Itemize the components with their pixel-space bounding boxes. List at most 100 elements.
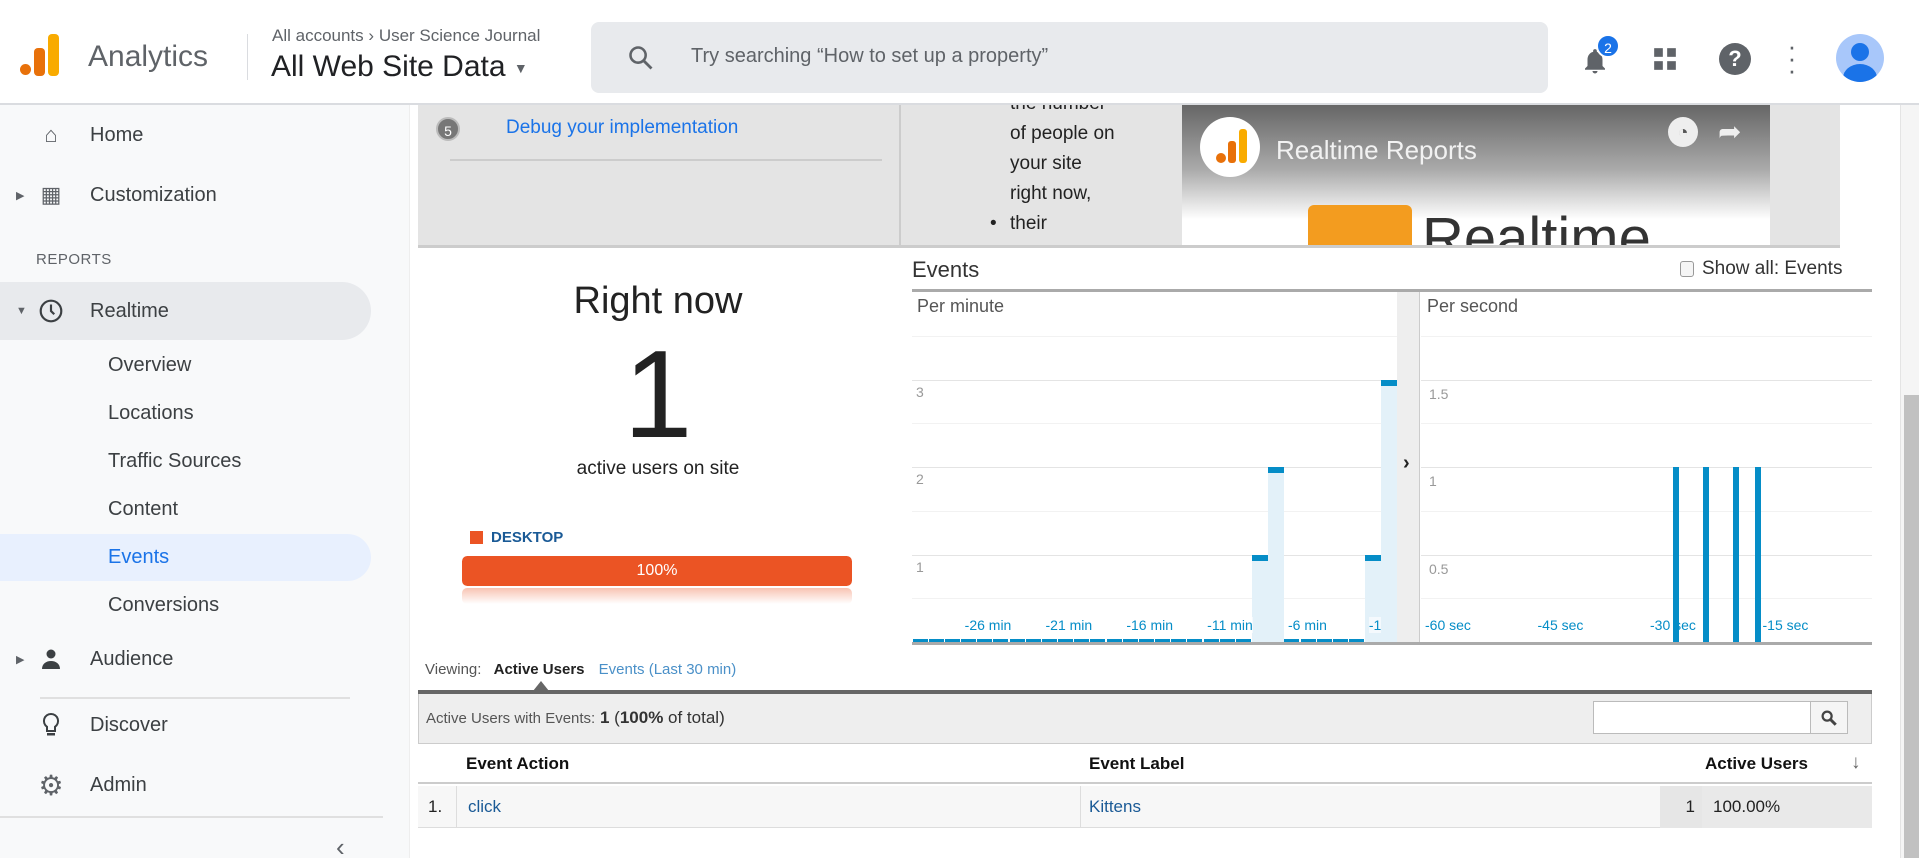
gridline [912,598,1397,600]
gear-icon: ⚙ [38,769,64,801]
notifications-button[interactable]: 2 [1580,34,1620,76]
top-app-bar: Analytics All accounts › User Science Jo… [0,10,1919,105]
caret-right-icon: ▶ [16,189,25,202]
sidebar-item-label: Locations [108,401,194,424]
sidebar-item-conversions[interactable]: Conversions [0,581,371,629]
device-bar-reflection [462,588,852,604]
divider [450,159,882,161]
sidebar-item-discover[interactable]: Discover [0,701,400,749]
search-icon [1821,710,1837,726]
help-icon[interactable]: ? [1719,43,1751,75]
breadcrumb-property[interactable]: User Science Journal [379,26,541,45]
bar [1267,467,1284,644]
caret-down-icon: ▼ [16,305,27,317]
device-share-bar: 100% [462,556,852,586]
per-second-chart: Per second 0.5 1 1.5 -60 sec -45 sec -30 sec -… [1421,292,1872,644]
device-legend: DESKTOP [470,529,563,546]
breadcrumb[interactable]: All accounts › User Science Journal [272,26,540,46]
watch-later-icon[interactable]: ◔ [1668,117,1698,147]
gridline [912,423,1397,425]
sidebar-item-label: Conversions [108,593,220,616]
help-panel: 5 Debug your implementation the number o… [418,105,1840,248]
search-bar[interactable]: Try searching “How to set up a property” [591,22,1548,93]
row-index: 1. [428,797,443,816]
device-percent: 100% [636,562,678,579]
analytics-logo[interactable] [20,34,62,78]
y-tick-label: 1 [1429,473,1437,490]
gridline [912,554,1397,556]
summary-percent: 100% [619,708,664,727]
x-tick-label: -60 sec [1425,617,1471,633]
column-header-active-users[interactable]: Active Users [1705,754,1808,774]
search-input[interactable]: Try searching “How to set up a property” [691,45,1048,68]
sidebar-divider [40,697,350,699]
video-player[interactable]: Realtime Reports ◔ ➦ Realtime [1182,105,1770,248]
view-name: All Web Site Data [271,50,506,83]
table-filter-input[interactable] [1593,701,1811,734]
chevron-left-icon[interactable]: ‹ [336,832,345,863]
device-share-fill: 100% [462,556,852,586]
column-header-event-action[interactable]: Event Action [466,754,569,774]
tab-active-users[interactable]: Active Users [494,661,585,678]
chevron-right-icon[interactable]: › [1403,452,1410,475]
sidebar-item-realtime[interactable]: ▼ Realtime [0,287,371,335]
sidebar-item-audience[interactable]: ▶ Audience [0,635,400,683]
sidebar-item-label: Content [108,497,179,520]
video-thumbnail-text: Realtime [1422,206,1651,248]
gridline [912,510,1397,512]
viewing-tabs: Viewing: Active Users Events (Last 30 mi… [425,661,736,678]
video-thumbnail-logo [1308,205,1412,245]
debug-implementation-link[interactable]: Debug your implementation [506,117,738,139]
notification-badge: 2 [1596,34,1620,58]
more-vert-icon[interactable]: · · · [1782,33,1802,83]
view-selector[interactable]: All Web Site Data ▼ [271,50,528,84]
breadcrumb-account[interactable]: All accounts [272,26,364,45]
search-icon [629,46,653,70]
sidebar-item-content[interactable]: Content [0,485,371,533]
sidebar-nav: ⌂ Home ▶ ▦ Customization REPORTS ▼ Realt… [0,105,410,862]
active-users-percent: 100.00% [1713,797,1781,816]
divider [899,105,901,245]
sidebar-item-events[interactable]: Events [0,533,371,581]
sidebar-item-traffic-sources[interactable]: Traffic Sources [0,437,371,485]
sidebar-divider [0,816,383,818]
sidebar-item-label: Discover [90,713,168,736]
gridline [1421,510,1872,512]
sidebar-item-admin[interactable]: ⚙ Admin [0,761,400,809]
bar [1755,467,1761,644]
viewing-label: Viewing: [425,661,482,678]
per-minute-chart: Per minute 1 2 3 -26 min -21 min -16 min -11 m… [912,292,1397,644]
show-all-checkbox[interactable] [1680,261,1694,277]
chart-baseline-rule [912,642,1872,645]
avatar-icon[interactable] [1836,34,1884,82]
scrollbar-thumb[interactable] [1904,395,1919,858]
page-scrollbar[interactable] [1900,105,1919,858]
apps-grid-icon[interactable] [1652,46,1678,72]
sidebar-item-label: Traffic Sources [108,449,242,472]
x-tick-label: -11 min [1207,617,1253,633]
share-icon[interactable]: ➦ [1718,115,1741,148]
gridline [1421,423,1872,425]
show-all-events-toggle[interactable]: Show all: Events [1680,258,1842,280]
person-icon [38,646,64,672]
column-header-event-label[interactable]: Event Label [1089,754,1184,774]
sidebar-item-home[interactable]: ⌂ Home [0,111,400,159]
arrow-down-icon[interactable]: ↓ [1851,752,1861,774]
table-search-button[interactable] [1810,701,1848,734]
chart-pane-splitter[interactable]: › [1397,292,1420,644]
gridline [1421,467,1872,469]
bar [1251,554,1268,644]
sidebar-item-overview[interactable]: Overview [0,341,371,389]
sidebar-item-locations[interactable]: Locations [0,389,371,437]
sidebar-item-label: Events [108,545,170,568]
tab-events-last-30-min[interactable]: Events (Last 30 min) [599,661,737,678]
breadcrumb-separator-icon: › [368,26,375,45]
gridline [1421,554,1872,556]
event-action-link[interactable]: click [468,797,501,817]
bar [1732,467,1739,644]
x-tick-label: -6 min [1288,617,1327,633]
sidebar-item-customization[interactable]: ▶ ▦ Customization [0,171,400,219]
video-channel-logo [1200,117,1260,177]
active-users-value: 1 [1685,797,1695,816]
event-label-link[interactable]: Kittens [1089,797,1141,817]
